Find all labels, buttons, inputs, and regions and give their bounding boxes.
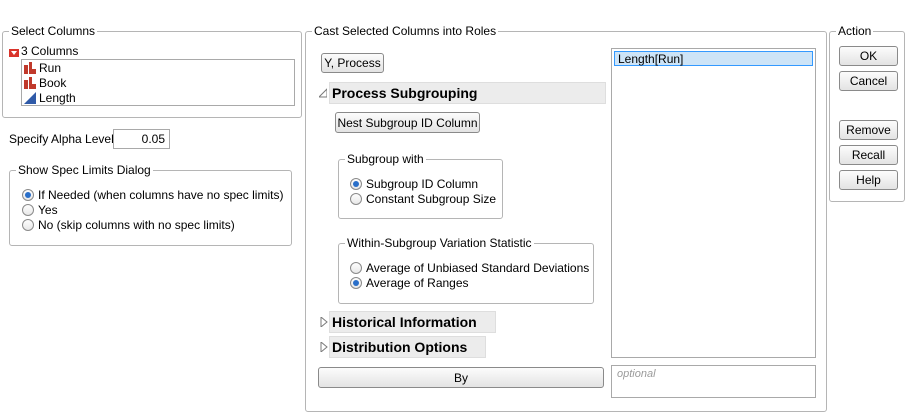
collapsed-triangle-icon[interactable] bbox=[320, 340, 328, 354]
radio-unselected-icon bbox=[22, 219, 34, 231]
nominal-bar-icon bbox=[24, 62, 36, 74]
stat-option-unbiased-sd[interactable]: Average of Unbiased Standard Deviations bbox=[350, 261, 589, 275]
radio-label: Average of Ranges bbox=[366, 276, 469, 290]
by-role-list[interactable]: optional bbox=[611, 365, 816, 398]
subgroup-option-constant-size[interactable]: Constant Subgroup Size bbox=[350, 192, 496, 206]
help-button[interactable]: Help bbox=[839, 170, 898, 190]
spec-option-no[interactable]: No (skip columns with no spec limits) bbox=[22, 218, 235, 232]
collapsed-triangle-icon[interactable] bbox=[320, 315, 328, 329]
y-process-button[interactable]: Y, Process bbox=[321, 53, 384, 73]
radio-label: No (skip columns with no spec limits) bbox=[38, 218, 235, 232]
alpha-label: Specify Alpha Level bbox=[9, 132, 114, 146]
spec-option-yes[interactable]: Yes bbox=[22, 203, 58, 217]
expanded-triangle-icon[interactable] bbox=[317, 87, 328, 98]
list-item-length-run[interactable]: Length[Run] bbox=[614, 51, 813, 66]
radio-label: If Needed (when columns have no spec lim… bbox=[38, 188, 284, 202]
radio-label: Average of Unbiased Standard Deviations bbox=[366, 261, 590, 275]
by-button[interactable]: By bbox=[318, 367, 604, 388]
select-columns-title: Select Columns bbox=[9, 24, 98, 38]
ok-button[interactable]: OK bbox=[839, 46, 898, 66]
spec-limits-title: Show Spec Limits Dialog bbox=[16, 163, 153, 177]
by-placeholder: optional bbox=[617, 368, 656, 380]
radio-selected-icon bbox=[22, 189, 34, 201]
radio-unselected-icon bbox=[22, 204, 34, 216]
column-name: Book bbox=[39, 76, 67, 90]
radio-selected-icon bbox=[350, 178, 362, 190]
radio-label: Subgroup ID Column bbox=[366, 177, 479, 191]
column-name: Run bbox=[39, 61, 62, 75]
radio-label: Yes bbox=[38, 203, 58, 217]
radio-selected-icon bbox=[350, 277, 362, 289]
recall-button[interactable]: Recall bbox=[839, 145, 898, 165]
radio-unselected-icon bbox=[350, 193, 362, 205]
nominal-bar-icon bbox=[24, 77, 36, 89]
spec-option-if-needed[interactable]: If Needed (when columns have no spec lim… bbox=[22, 188, 283, 202]
cast-roles-title: Cast Selected Columns into Roles bbox=[312, 24, 499, 38]
list-item-book[interactable]: Book bbox=[24, 76, 66, 90]
cancel-button[interactable]: Cancel bbox=[839, 71, 898, 91]
y-role-list[interactable]: Length[Run] bbox=[611, 48, 816, 358]
column-name: Length bbox=[39, 91, 76, 105]
list-item-length[interactable]: Length bbox=[24, 91, 76, 105]
continuous-triangle-icon bbox=[24, 92, 36, 104]
subgroup-option-id-column[interactable]: Subgroup ID Column bbox=[350, 177, 478, 191]
alpha-input[interactable] bbox=[113, 129, 170, 149]
radio-unselected-icon bbox=[350, 262, 362, 274]
distribution-options-header[interactable]: Distribution Options bbox=[329, 336, 486, 358]
remove-button[interactable]: Remove bbox=[839, 120, 898, 140]
list-item-run[interactable]: Run bbox=[24, 61, 61, 75]
action-title: Action bbox=[836, 24, 874, 38]
within-stat-title: Within-Subgroup Variation Statistic bbox=[345, 236, 534, 250]
nest-subgroup-button[interactable]: Nest Subgroup ID Column bbox=[335, 112, 480, 133]
radio-label: Constant Subgroup Size bbox=[366, 192, 497, 206]
process-subgrouping-header[interactable]: Process Subgrouping bbox=[329, 82, 606, 104]
column-list[interactable]: Run Book Length bbox=[21, 59, 295, 106]
historical-information-header[interactable]: Historical Information bbox=[329, 311, 496, 333]
subgroup-with-title: Subgroup with bbox=[345, 152, 426, 166]
columns-count-label: 3 Columns bbox=[21, 44, 79, 58]
stat-option-ranges[interactable]: Average of Ranges bbox=[350, 276, 469, 290]
columns-disclosure-icon[interactable] bbox=[9, 46, 19, 57]
